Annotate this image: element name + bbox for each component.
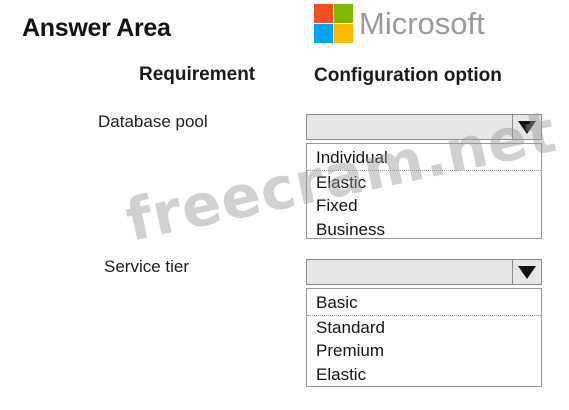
requirement-column-header: Requirement bbox=[139, 64, 256, 85]
option-business[interactable]: Business bbox=[307, 218, 541, 242]
service-tier-dropdown[interactable] bbox=[306, 259, 542, 285]
option-fixed[interactable]: Fixed bbox=[307, 194, 541, 218]
option-basic[interactable]: Basic bbox=[307, 291, 541, 316]
option-elastic[interactable]: Elastic bbox=[307, 363, 541, 387]
answer-area-title: Answer Area bbox=[22, 14, 171, 42]
microsoft-logo-icon bbox=[314, 4, 353, 43]
database-pool-dropdown[interactable] bbox=[306, 114, 542, 140]
requirement-label-service-tier: Service tier bbox=[104, 257, 190, 276]
option-elastic[interactable]: Elastic bbox=[307, 171, 541, 195]
database-pool-dropdown-toggle[interactable] bbox=[512, 115, 541, 139]
chevron-down-icon bbox=[518, 265, 536, 279]
microsoft-logo: Microsoft bbox=[314, 4, 485, 43]
option-premium[interactable]: Premium bbox=[307, 339, 541, 363]
requirement-label-database-pool: Database pool bbox=[98, 112, 208, 131]
chevron-down-icon bbox=[518, 120, 536, 134]
option-standard[interactable]: Standard bbox=[307, 316, 541, 340]
option-individual[interactable]: Individual bbox=[307, 146, 541, 171]
database-pool-options-list: Individual Elastic Fixed Business bbox=[306, 143, 542, 239]
configuration-column-header: Configuration option bbox=[314, 65, 502, 86]
microsoft-wordmark: Microsoft bbox=[359, 5, 485, 41]
service-tier-options-list: Basic Standard Premium Elastic bbox=[306, 288, 542, 387]
service-tier-dropdown-toggle[interactable] bbox=[512, 260, 541, 284]
